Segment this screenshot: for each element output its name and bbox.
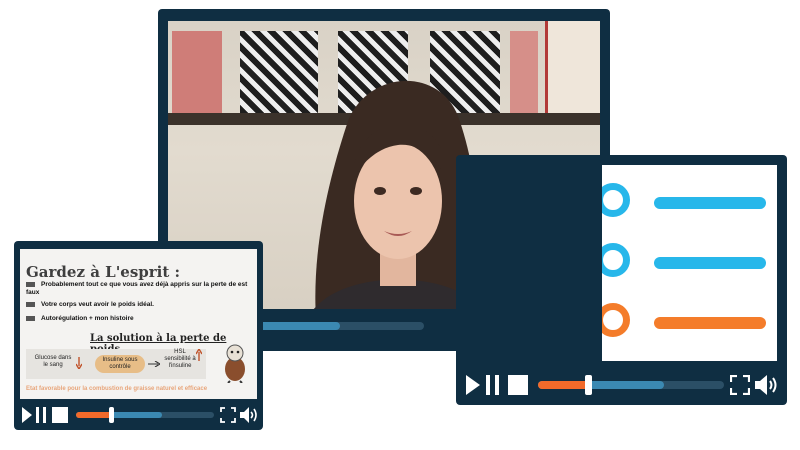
quiz-option-bar[interactable] [654,257,766,269]
bullet-arrow-icon [26,315,38,321]
stop-icon[interactable] [508,375,528,395]
arrow-right-icon [148,361,160,367]
fullscreen-icon[interactable] [730,375,750,395]
quiz-progress-bar[interactable] [538,375,724,395]
bullet-arrow-icon [26,281,38,287]
diagram-left-label: Glucose dans le sang [34,355,72,368]
arrow-down-icon [76,357,82,369]
volume-icon[interactable] [754,374,780,396]
quiz-progress-fill [538,381,589,389]
slide-footnote: Etat favorable pour la combustion de gra… [26,386,208,392]
quiz-screen[interactable] [602,165,777,361]
pause-icon[interactable] [486,375,500,395]
slide-progress-bar[interactable] [76,407,214,423]
arrow-up-icon [196,349,202,361]
slide-bullet: Votre corps veut avoir le poids idéal. [26,301,256,309]
decor-letter [510,31,538,113]
slide-screen[interactable]: Gardez à L'esprit : Probablement tout ce… [20,249,257,399]
stop-icon[interactable] [52,407,68,423]
slide-controls [14,401,263,429]
slide-title: Gardez à L'esprit : [26,263,181,281]
quiz-player [456,155,787,405]
decor-letter [172,31,222,113]
quiz-progress-handle[interactable] [584,375,592,395]
pause-icon[interactable] [36,407,46,423]
slide-player: Gardez à L'esprit : Probablement tout ce… [14,241,263,430]
fullscreen-icon[interactable] [220,407,236,423]
quiz-option-bar[interactable] [654,317,766,329]
diagram-right-label: HSL sensibilité à l'insuline [164,349,196,369]
play-icon[interactable] [466,375,480,395]
volume-icon[interactable] [239,406,259,424]
decor-book [545,21,600,113]
quiz-controls [456,367,787,403]
bullet-arrow-icon [26,301,38,307]
diagram-center-label: Insuline sous contrôle [102,357,138,370]
slide-progress-handle[interactable] [109,407,115,423]
quiz-option-bar[interactable] [654,197,766,209]
mascot-illustration [225,344,245,383]
slide-bullet: Autorégulation + mon histoire [26,315,256,323]
slide-progress-fill [76,412,112,418]
play-icon[interactable] [22,407,32,423]
slide-bullet: Probablement tout ce que vous avez déjà … [26,281,248,296]
